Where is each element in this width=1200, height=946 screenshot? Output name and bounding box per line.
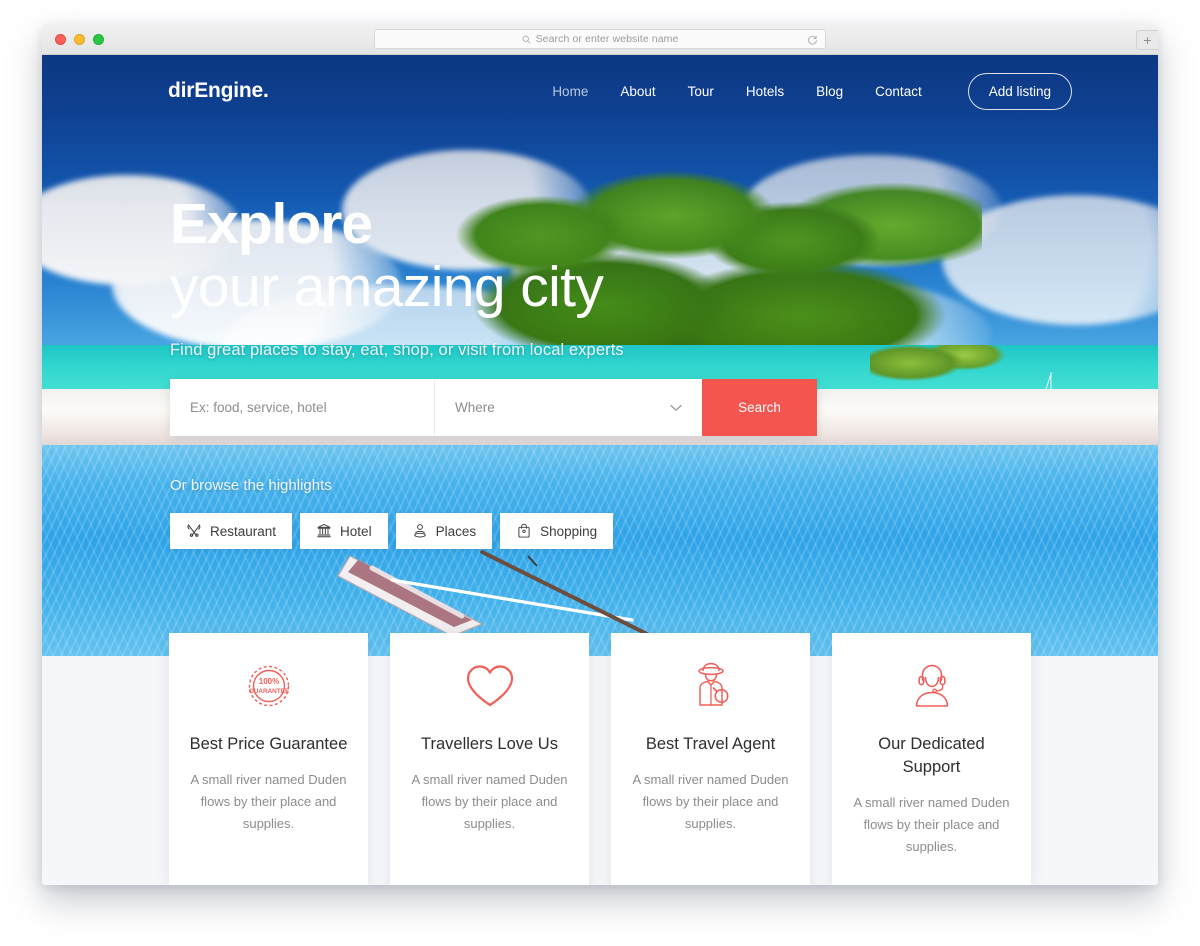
new-tab-button[interactable]: + <box>1136 30 1158 50</box>
address-bar-placeholder: Search or enter website name <box>535 33 679 45</box>
chip-label: Hotel <box>340 523 372 539</box>
nav-item-contact[interactable]: Contact <box>875 84 922 99</box>
chip-hotel[interactable]: Hotel <box>300 513 388 549</box>
search-button[interactable]: Search <box>702 379 817 436</box>
hero-search-bar: Where Search <box>170 379 817 436</box>
browser-address-bar[interactable]: Search or enter website name <box>374 29 826 49</box>
nav-item-hotels[interactable]: Hotels <box>746 84 784 99</box>
feature-title: Travellers Love Us <box>421 735 558 753</box>
search-keyword-field[interactable] <box>170 379 435 436</box>
guarantee-badge-icon: 100% GUARANTEE <box>243 659 295 713</box>
feature-card[interactable]: Travellers Love Us A small river named D… <box>390 633 589 885</box>
shopping-bag-icon <box>516 523 532 539</box>
search-input[interactable] <box>190 400 414 415</box>
nav-item-blog[interactable]: Blog <box>816 84 843 99</box>
chevron-down-icon <box>670 400 682 415</box>
nav-item-home[interactable]: Home <box>552 84 588 99</box>
chip-label: Restaurant <box>210 523 277 539</box>
feature-cards-row: 100% GUARANTEE Best Price Guarantee A sm… <box>42 633 1158 885</box>
feature-text: A small river named Duden flows by their… <box>632 771 789 832</box>
feature-text: A small river named Duden flows by their… <box>190 771 347 832</box>
window-controls <box>55 34 104 45</box>
building-icon <box>316 523 332 539</box>
feature-card[interactable]: Our Dedicated Support A small river name… <box>832 633 1031 885</box>
svg-text:GUARANTEE: GUARANTEE <box>248 688 289 695</box>
nav-links: Home About Tour Hotels Blog Contact Add … <box>552 72 1072 110</box>
feature-text: A small river named Duden flows by their… <box>853 794 1010 855</box>
feature-title: Our Dedicated Support <box>878 735 985 776</box>
chip-label: Shopping <box>540 523 598 539</box>
nav-item-about[interactable]: About <box>620 84 655 99</box>
hero-content: Explore your amazing city Find great pla… <box>170 195 870 360</box>
browser-titlebar: Search or enter website name + <box>42 24 1158 55</box>
page-viewport: dirEngine. Home About Tour Hotels Blog C… <box>42 55 1158 885</box>
maximize-window-button[interactable] <box>93 34 104 45</box>
feature-card[interactable]: Best Travel Agent A small river named Du… <box>611 633 810 885</box>
site-logo[interactable]: dirEngine. <box>168 79 269 103</box>
chip-shopping[interactable]: Shopping <box>500 513 614 549</box>
cutlery-icon <box>186 523 202 539</box>
chip-places[interactable]: Places <box>395 513 493 549</box>
hero-subtitle: Find great places to stay, eat, shop, or… <box>170 340 624 359</box>
svg-text:100%: 100% <box>258 677 278 686</box>
highlight-chips: Restaurant Hotel Places Shopping <box>170 513 614 549</box>
travel-agent-icon <box>686 659 736 713</box>
support-headset-icon <box>907 659 957 713</box>
chip-restaurant[interactable]: Restaurant <box>170 513 293 549</box>
close-window-button[interactable] <box>55 34 66 45</box>
feature-card[interactable]: 100% GUARANTEE Best Price Guarantee A sm… <box>169 633 368 885</box>
search-icon <box>522 35 531 44</box>
hero-title-line2: your amazing city <box>170 255 604 320</box>
hero-section: dirEngine. Home About Tour Hotels Blog C… <box>42 55 1158 656</box>
heart-icon <box>463 659 517 713</box>
minimize-window-button[interactable] <box>74 34 85 45</box>
main-navigation: dirEngine. Home About Tour Hotels Blog C… <box>42 55 1158 127</box>
add-listing-button[interactable]: Add listing <box>967 72 1072 110</box>
search-location-select[interactable]: Where <box>435 379 702 436</box>
chip-label: Places <box>435 523 477 539</box>
nav-item-tour[interactable]: Tour <box>688 84 714 99</box>
highlights-label: Or browse the highlights <box>170 477 332 494</box>
feature-title: Best Price Guarantee <box>189 735 348 753</box>
search-location-value: Where <box>455 400 495 415</box>
person-pin-icon <box>412 523 428 539</box>
browser-window: Search or enter website name + dirEngine… <box>42 24 1158 885</box>
feature-title: Best Travel Agent <box>645 735 776 753</box>
hero-title-line1: Explore <box>170 192 373 256</box>
feature-text: A small river named Duden flows by their… <box>411 771 568 832</box>
reload-icon[interactable] <box>807 33 818 51</box>
